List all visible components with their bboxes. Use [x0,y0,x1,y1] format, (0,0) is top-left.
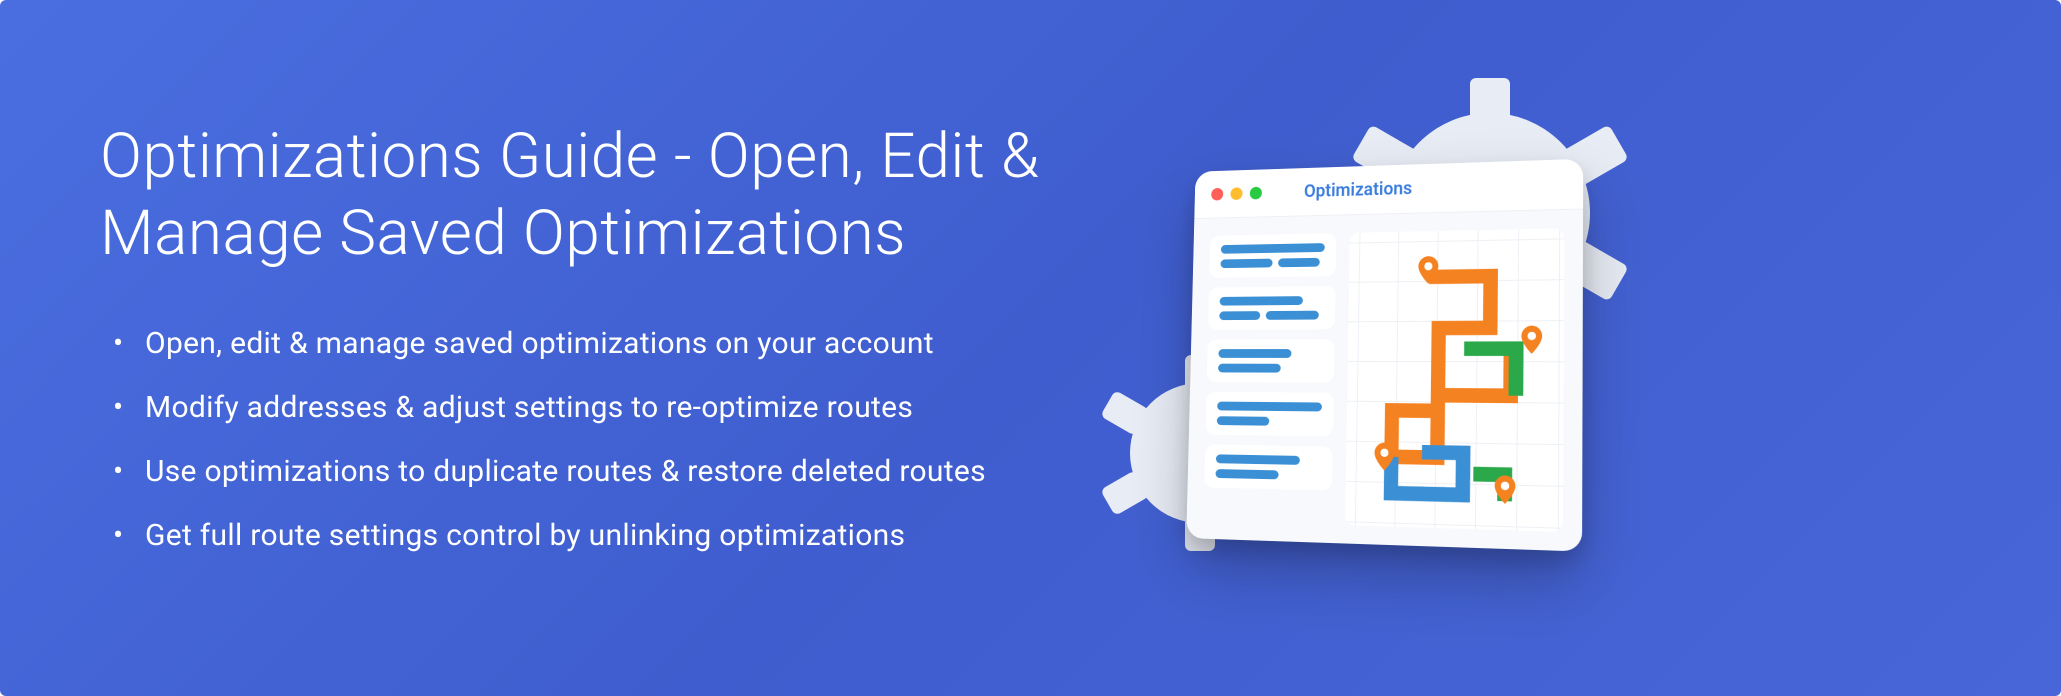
map-pin-icon [1520,325,1543,354]
map-pin-icon [1494,475,1517,505]
window-title: Optimizations [1304,178,1413,202]
hero-banner: Optimizations Guide - Open, Edit & Manag… [0,0,2061,696]
page-title: Optimizations Guide - Open, Edit & Manag… [100,118,1150,273]
hero-illustration: Optimizations [1150,123,1630,573]
maximize-dot-icon [1250,187,1262,200]
app-window-mockup: Optimizations [1186,159,1583,552]
map-panel [1345,228,1564,532]
list-item: Use optimizations to duplicate routes & … [145,451,1150,493]
route-path-icon [1345,228,1564,532]
map-pin-icon [1417,256,1439,284]
list-item: Get full route settings control by unlin… [145,515,1150,557]
feature-list: Open, edit & manage saved optimizations … [100,323,1150,557]
list-item [1208,286,1336,330]
minimize-dot-icon [1230,187,1242,200]
list-item [1207,339,1335,383]
list-item: Open, edit & manage saved optimizations … [145,323,1150,365]
mockup-sidebar [1203,233,1336,525]
text-content: Optimizations Guide - Open, Edit & Manag… [100,118,1150,579]
list-item: Modify addresses & adjust settings to re… [145,387,1150,429]
close-dot-icon [1211,188,1223,201]
list-item [1204,444,1333,490]
window-body [1186,210,1583,552]
map-pin-icon [1373,442,1395,471]
traffic-lights [1211,187,1262,201]
list-item [1209,233,1336,278]
list-item [1205,392,1333,437]
